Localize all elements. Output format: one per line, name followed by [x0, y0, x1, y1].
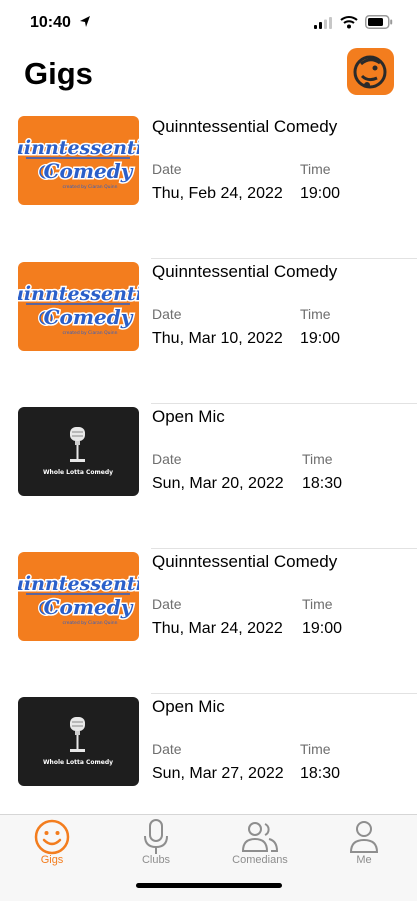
gig-date: Sun, Mar 20, 2022: [152, 475, 284, 492]
date-label: Date: [152, 306, 182, 322]
page-title: Gigs: [24, 56, 93, 91]
time-label: Time: [302, 596, 333, 612]
home-indicator: [136, 883, 282, 888]
date-label: Date: [152, 161, 182, 177]
date-label: Date: [152, 451, 182, 467]
time-label: Time: [300, 161, 331, 177]
gig-title: Open Mic: [152, 697, 225, 716]
quinntessential-comedy-logo: [18, 262, 139, 351]
gig-time: 19:00: [300, 330, 341, 347]
date-label: Date: [152, 741, 182, 757]
tab-comedians[interactable]: Comedians: [208, 815, 312, 875]
gig-title: Quinntessential Comedy: [152, 117, 338, 136]
whole-lotta-comedy-logo: [18, 407, 139, 496]
gig-date: Thu, Feb 24, 2022: [152, 185, 283, 202]
gig-time: 19:00: [302, 620, 343, 637]
gig-list-item[interactable]: Quinntessential Comedy Date Time Thu, Ma…: [0, 259, 417, 404]
nav-header: Gigs: [0, 46, 417, 116]
tab-label: Comedians: [232, 854, 288, 866]
status-bar: 10:40: [0, 0, 417, 46]
time-label: Time: [300, 741, 331, 757]
quinntessential-comedy-logo: [18, 552, 139, 641]
gig-list-item[interactable]: Quinntessential Comedy Date Time Thu, Ma…: [0, 549, 417, 694]
gig-date: Thu, Mar 10, 2022: [152, 330, 283, 347]
people-icon: [241, 822, 279, 852]
location-arrow-icon: [80, 16, 90, 27]
tab-label: Clubs: [141, 854, 171, 866]
tab-me[interactable]: Me: [312, 815, 416, 875]
tab-clubs[interactable]: Clubs: [104, 815, 208, 875]
tab-label: Gigs: [40, 854, 64, 866]
gig-title: Open Mic: [152, 407, 225, 426]
gig-time: 18:30: [300, 765, 341, 782]
gig-list-item[interactable]: Quinntessential Comedy Date Time Thu, Fe…: [0, 116, 417, 259]
quinntessential-comedy-logo: [18, 116, 139, 205]
gig-title: Quinntessential Comedy: [152, 552, 338, 571]
gig-list-item[interactable]: Open Mic Date Time Sun, Mar 27, 2022 18:…: [0, 694, 417, 814]
time-label: Time: [302, 451, 333, 467]
app-logo-button[interactable]: [347, 48, 394, 95]
gig-list[interactable]: Quinntessential Comedy Date Time Thu, Fe…: [0, 116, 417, 814]
gig-date: Sun, Mar 27, 2022: [152, 765, 284, 782]
microphone-icon: [144, 819, 168, 854]
date-label: Date: [152, 596, 182, 612]
wifi-icon: [340, 16, 358, 29]
gig-time: 19:00: [300, 185, 341, 202]
status-time: 10:40: [30, 14, 71, 31]
cellular-signal-icon: [314, 17, 332, 29]
tab-gigs[interactable]: Gigs: [0, 815, 104, 875]
comedian-face-logo-icon: [353, 55, 387, 89]
smiley-icon: [34, 819, 70, 855]
time-label: Time: [300, 306, 331, 322]
battery-icon: [365, 15, 393, 29]
tab-label: Me: [356, 854, 372, 866]
whole-lotta-comedy-logo: [18, 697, 139, 786]
gig-date: Thu, Mar 24, 2022: [152, 620, 283, 637]
gig-list-item[interactable]: Open Mic Date Time Sun, Mar 20, 2022 18:…: [0, 404, 417, 549]
gig-title: Quinntessential Comedy: [152, 262, 338, 281]
gig-time: 18:30: [302, 475, 343, 492]
person-icon: [349, 821, 379, 853]
